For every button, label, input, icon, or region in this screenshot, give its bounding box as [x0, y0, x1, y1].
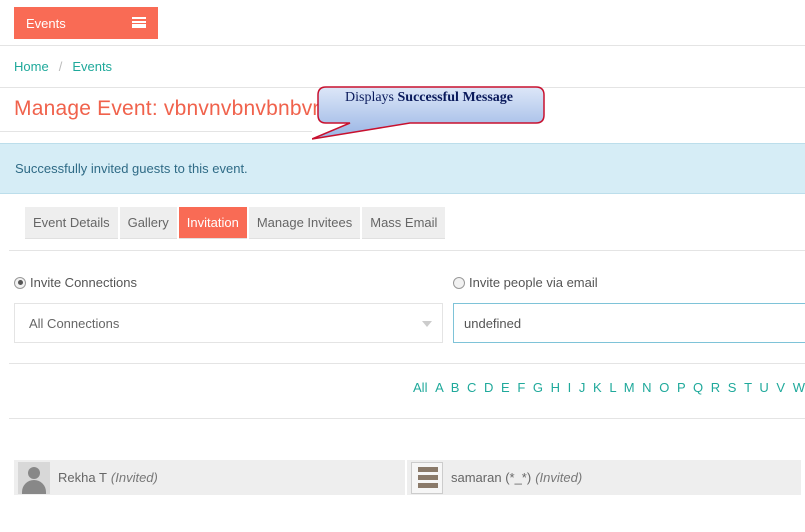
alpha-filter-g[interactable]: G — [533, 380, 543, 395]
success-alert-message: Successfully invited guests to this even… — [15, 161, 248, 176]
title-divider — [0, 131, 312, 132]
alpha-filter-t[interactable]: T — [744, 380, 752, 395]
alpha-filter-i[interactable]: I — [568, 380, 572, 395]
success-alert: Successfully invited guests to this even… — [0, 143, 805, 194]
tabs-divider — [9, 250, 805, 251]
person-icon — [18, 461, 50, 494]
tab-manage-invitees[interactable]: Manage Invitees — [248, 207, 361, 239]
breadcrumb-separator: / — [58, 59, 63, 74]
alpha-filter-b[interactable]: B — [451, 380, 460, 395]
tab-mass-email[interactable]: Mass Email — [362, 207, 446, 239]
callout-emphasis: Successful Message — [397, 90, 514, 105]
connections-select-value: All Connections — [29, 316, 120, 331]
alpha-filter-m[interactable]: M — [624, 380, 635, 395]
guest-card[interactable]: samaran (*_*) (Invited) — [407, 460, 801, 495]
invite-email-radio[interactable] — [453, 276, 465, 289]
tab-gallery[interactable]: Gallery — [119, 207, 177, 239]
alpha-filter-u[interactable]: U — [759, 380, 768, 395]
events-menu-button[interactable]: Events — [14, 7, 158, 39]
alpha-filter-f[interactable]: F — [517, 380, 525, 395]
invite-connections-radio[interactable] — [14, 276, 26, 289]
guest-card[interactable]: Rekha T (Invited) — [14, 460, 405, 495]
tab-event-details[interactable]: Event Details — [25, 207, 118, 239]
invite-connections-label: Invite Connections — [30, 275, 137, 290]
alpha-filter-c[interactable]: C — [467, 380, 476, 395]
alpha-filter-w[interactable]: W — [793, 380, 805, 395]
group-photo-icon — [411, 461, 443, 494]
connections-select[interactable]: All Connections — [14, 303, 443, 343]
tab-invitation[interactable]: Invitation — [178, 207, 247, 239]
alpha-filter-j[interactable]: J — [579, 380, 586, 395]
alpha-filter-q[interactable]: Q — [693, 380, 703, 395]
invite-email-label: Invite people via email — [469, 275, 598, 290]
guest-name: Rekha T — [58, 470, 107, 485]
form-divider — [9, 363, 805, 364]
callout-prefix: Displays — [345, 90, 394, 105]
header-divider — [0, 45, 805, 46]
breadcrumb: Home / Events — [14, 59, 112, 74]
breadcrumb-events-link[interactable]: Events — [72, 59, 112, 74]
page-title: Manage Event: vbnvnvbnvbnbvn — [14, 97, 325, 120]
alpha-filter-v[interactable]: V — [776, 380, 785, 395]
alpha-filter-p[interactable]: P — [677, 380, 685, 395]
annotation-callout-text: Displays Successful Message — [316, 90, 542, 106]
hamburger-menu-icon — [132, 17, 146, 28]
alpha-filter-n[interactable]: N — [642, 380, 651, 395]
invite-email-option[interactable]: Invite people via email — [453, 275, 598, 290]
email-field-value: undefined — [464, 316, 522, 331]
alpha-filter-all[interactable]: All — [413, 380, 427, 395]
invite-connections-option[interactable]: Invite Connections — [14, 275, 137, 290]
alpha-filter-r[interactable]: R — [711, 380, 720, 395]
breadcrumb-home-link[interactable]: Home — [14, 59, 49, 74]
filter-divider — [9, 418, 805, 419]
alphabet-filter: All A B C D E F G H I J K L M N O P Q R … — [409, 380, 805, 395]
alpha-filter-k[interactable]: K — [593, 380, 602, 395]
guest-status: (Invited) — [110, 470, 158, 485]
alpha-filter-l[interactable]: L — [609, 380, 616, 395]
events-menu-label: Events — [26, 15, 66, 31]
alpha-filter-a[interactable]: A — [435, 380, 443, 395]
guest-status: (Invited) — [535, 470, 583, 485]
alpha-filter-e[interactable]: E — [501, 380, 510, 395]
alpha-filter-o[interactable]: O — [659, 380, 669, 395]
alpha-filter-s[interactable]: S — [728, 380, 737, 395]
guest-name: samaran (*_*) — [451, 470, 532, 485]
alpha-filter-d[interactable]: D — [484, 380, 493, 395]
alpha-filter-h[interactable]: H — [551, 380, 560, 395]
chevron-down-icon — [422, 321, 432, 327]
event-tabs: Event Details Gallery Invitation Manage … — [25, 207, 446, 239]
email-field[interactable]: undefined — [453, 303, 805, 343]
